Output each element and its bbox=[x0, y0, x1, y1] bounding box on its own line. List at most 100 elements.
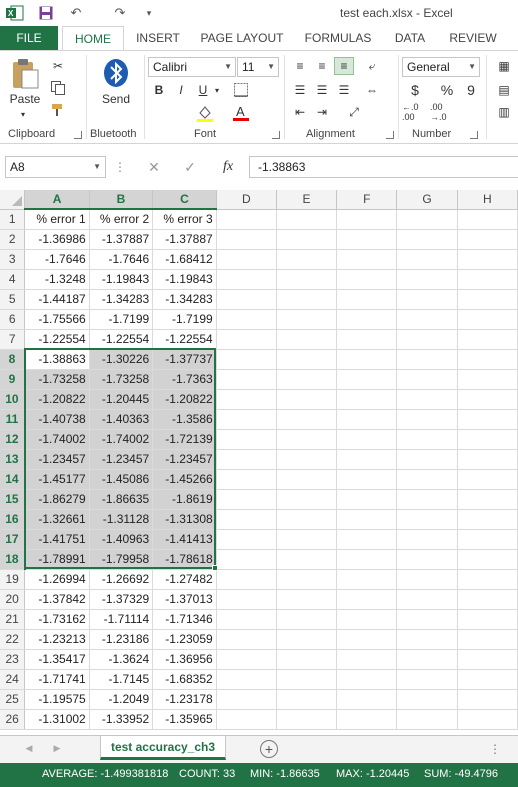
empty-cell[interactable] bbox=[396, 309, 458, 330]
percent-button[interactable]: % bbox=[436, 81, 458, 99]
cell-a[interactable]: -1.7646 bbox=[24, 249, 90, 270]
chevron-down-icon[interactable]: ▼ bbox=[93, 157, 101, 177]
empty-cell[interactable] bbox=[216, 689, 277, 710]
empty-cell[interactable] bbox=[396, 669, 458, 690]
cell-a[interactable]: -1.78991 bbox=[24, 549, 90, 570]
empty-cell[interactable] bbox=[336, 709, 398, 730]
clipboard-launcher-icon[interactable] bbox=[74, 131, 82, 139]
empty-cell[interactable] bbox=[457, 229, 518, 250]
status-average[interactable]: AVERAGE: -1.499381818 bbox=[42, 768, 168, 780]
row-header[interactable]: 19 bbox=[0, 569, 26, 590]
row-header[interactable]: 13 bbox=[0, 449, 26, 470]
empty-cell[interactable] bbox=[336, 409, 398, 430]
empty-cell[interactable] bbox=[276, 649, 338, 670]
cell-b[interactable]: -1.31128 bbox=[89, 509, 154, 530]
row-header[interactable]: 18 bbox=[0, 549, 26, 570]
row-header[interactable]: 1 bbox=[0, 209, 26, 230]
empty-cell[interactable] bbox=[396, 589, 458, 610]
empty-cell[interactable] bbox=[216, 369, 277, 390]
paste-button[interactable]: Paste bbox=[4, 91, 46, 107]
empty-cell[interactable] bbox=[396, 689, 458, 710]
row-header[interactable]: 17 bbox=[0, 529, 26, 550]
tab-insert[interactable]: INSERT bbox=[132, 26, 184, 50]
empty-cell[interactable] bbox=[396, 549, 458, 570]
tab-review[interactable]: REVIEW bbox=[444, 26, 502, 50]
cell-b[interactable]: -1.7145 bbox=[89, 669, 154, 690]
cell-b[interactable]: -1.26692 bbox=[89, 569, 154, 590]
row-header[interactable]: 20 bbox=[0, 589, 26, 610]
cell-c[interactable]: -1.68412 bbox=[152, 249, 217, 270]
empty-cell[interactable] bbox=[336, 389, 398, 410]
row-header[interactable]: 3 bbox=[0, 249, 26, 270]
cell-c[interactable]: -1.37737 bbox=[152, 349, 217, 370]
empty-cell[interactable] bbox=[457, 409, 518, 430]
bold-button[interactable]: B bbox=[150, 81, 168, 99]
empty-cell[interactable] bbox=[216, 229, 277, 250]
align-center-icon[interactable]: ☰ bbox=[312, 81, 332, 99]
empty-cell[interactable] bbox=[396, 489, 458, 510]
cell-c[interactable]: -1.23457 bbox=[152, 449, 217, 470]
save-icon[interactable] bbox=[36, 4, 56, 22]
bluetooth-icon[interactable] bbox=[100, 57, 132, 89]
empty-cell[interactable] bbox=[216, 529, 277, 550]
empty-cell[interactable] bbox=[336, 309, 398, 330]
more-sheets-icon[interactable]: ⋮ bbox=[489, 740, 501, 758]
cell-c[interactable]: % error 3 bbox=[152, 209, 217, 230]
sheet-tab-test-accuracy[interactable]: test accuracy_ch3 bbox=[100, 736, 226, 760]
new-sheet-icon[interactable]: + bbox=[260, 740, 278, 758]
empty-cell[interactable] bbox=[336, 609, 398, 630]
cell-b[interactable]: -1.22554 bbox=[89, 329, 154, 350]
empty-cell[interactable] bbox=[457, 489, 518, 510]
column-header-d[interactable]: D bbox=[216, 190, 277, 210]
cell-b[interactable]: % error 2 bbox=[89, 209, 154, 230]
cell-b[interactable]: -1.34283 bbox=[89, 289, 154, 310]
cell-c[interactable]: -1.37013 bbox=[152, 589, 217, 610]
row-header[interactable]: 10 bbox=[0, 389, 26, 410]
empty-cell[interactable] bbox=[457, 509, 518, 530]
empty-cell[interactable] bbox=[276, 509, 338, 530]
empty-cell[interactable] bbox=[276, 569, 338, 590]
empty-cell[interactable] bbox=[457, 249, 518, 270]
cell-a[interactable]: -1.19575 bbox=[24, 689, 90, 710]
empty-cell[interactable] bbox=[457, 649, 518, 670]
cell-b[interactable]: -1.2049 bbox=[89, 689, 154, 710]
cell-a[interactable]: -1.35417 bbox=[24, 649, 90, 670]
empty-cell[interactable] bbox=[396, 509, 458, 530]
empty-cell[interactable] bbox=[396, 289, 458, 310]
empty-cell[interactable] bbox=[336, 689, 398, 710]
cell-a[interactable]: -1.73258 bbox=[24, 369, 90, 390]
column-header-c[interactable]: C bbox=[152, 190, 217, 210]
align-right-icon[interactable]: ☰ bbox=[334, 81, 354, 99]
cell-c[interactable]: -1.78618 bbox=[152, 549, 217, 570]
cell-c[interactable]: -1.22554 bbox=[152, 329, 217, 350]
borders-icon[interactable] bbox=[226, 81, 256, 99]
empty-cell[interactable] bbox=[276, 709, 338, 730]
empty-cell[interactable] bbox=[336, 209, 398, 230]
empty-cell[interactable] bbox=[457, 329, 518, 350]
column-header-h[interactable]: H bbox=[457, 190, 518, 210]
empty-cell[interactable] bbox=[336, 229, 398, 250]
empty-cell[interactable] bbox=[216, 609, 277, 630]
enter-icon[interactable]: ✓ bbox=[180, 158, 200, 176]
cell-c[interactable]: -1.7199 bbox=[152, 309, 217, 330]
cell-c[interactable]: -1.7363 bbox=[152, 369, 217, 390]
row-header[interactable]: 8 bbox=[0, 349, 26, 370]
empty-cell[interactable] bbox=[396, 709, 458, 730]
cell-b[interactable]: -1.40963 bbox=[89, 529, 154, 550]
empty-cell[interactable] bbox=[216, 589, 277, 610]
cell-a[interactable]: -1.40738 bbox=[24, 409, 90, 430]
empty-cell[interactable] bbox=[336, 449, 398, 470]
empty-cell[interactable] bbox=[336, 289, 398, 310]
underline-button[interactable]: U bbox=[194, 81, 212, 99]
cell-a[interactable]: -1.31002 bbox=[24, 709, 90, 730]
empty-cell[interactable] bbox=[396, 609, 458, 630]
empty-cell[interactable] bbox=[216, 409, 277, 430]
empty-cell[interactable] bbox=[336, 249, 398, 270]
empty-cell[interactable] bbox=[276, 489, 338, 510]
empty-cell[interactable] bbox=[276, 329, 338, 350]
cell-b[interactable]: -1.23186 bbox=[89, 629, 154, 650]
merge-center-icon[interactable]: ⇔ bbox=[360, 81, 384, 99]
cell-a[interactable]: -1.86279 bbox=[24, 489, 90, 510]
row-header[interactable]: 7 bbox=[0, 329, 26, 350]
empty-cell[interactable] bbox=[276, 469, 338, 490]
